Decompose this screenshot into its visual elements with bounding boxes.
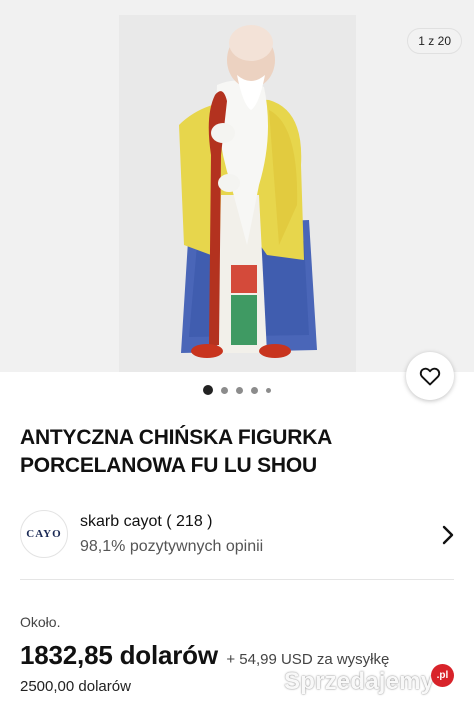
- seller-rating: 98,1% pozytywnych opinii: [80, 538, 264, 555]
- pagination-dot-1[interactable]: [203, 385, 213, 395]
- heart-icon: [419, 367, 441, 386]
- seller-logo: CAYO: [20, 510, 68, 558]
- price-row: 1832,85 dolarów + 54,99 USD za wysyłkę: [20, 640, 389, 671]
- price-approx-label: Około.: [20, 614, 61, 630]
- figurine-image: [119, 15, 356, 372]
- watermark-text: Sprzedajemy: [284, 668, 435, 695]
- listing-title: ANTYCZNA CHIŃSKA FIGURKA PORCELANOWA FU …: [20, 426, 332, 477]
- pagination-dot-2[interactable]: [221, 386, 228, 394]
- pagination-dot-3[interactable]: [236, 386, 243, 394]
- price-amount: 1832,85 dolarów: [20, 640, 218, 670]
- pagination-dot-5[interactable]: [266, 387, 271, 393]
- pagination-dot-4[interactable]: [251, 386, 258, 394]
- gallery-pagination[interactable]: [0, 382, 474, 398]
- seller-name[interactable]: skarb cayot ( 218 ): [80, 513, 213, 531]
- shipping-cost: + 54,99 USD za wysyłkę: [226, 651, 390, 668]
- image-gallery[interactable]: 1 z 20: [0, 0, 474, 372]
- image-counter: 1 z 20: [407, 28, 462, 54]
- watermark-badge: .pl: [431, 664, 454, 687]
- favorite-button[interactable]: [406, 352, 454, 400]
- seller-card[interactable]: CAYO skarb cayot ( 218 ) 98,1% pozytywny…: [20, 508, 460, 564]
- original-price: 2500,00 dolarów: [20, 678, 131, 695]
- divider: [20, 579, 454, 580]
- chevron-right-icon[interactable]: [440, 524, 456, 546]
- product-photo[interactable]: [119, 15, 356, 372]
